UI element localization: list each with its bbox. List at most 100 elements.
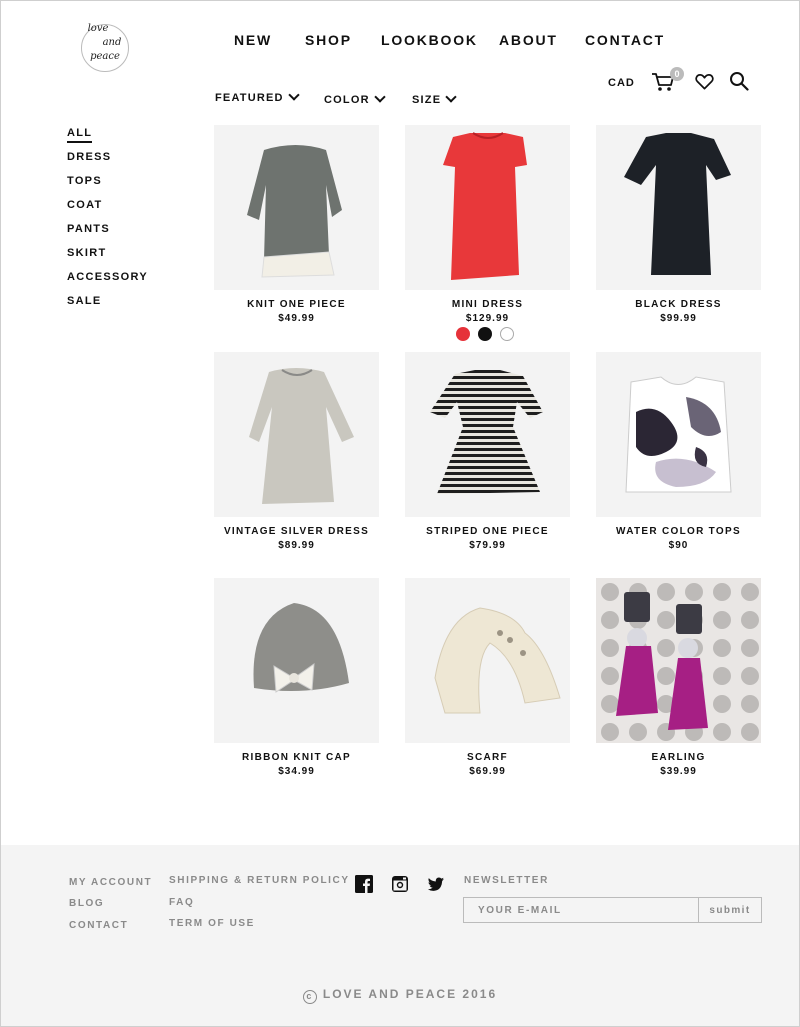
- cart-count-badge: 0: [670, 67, 684, 81]
- filter-featured-label: FEATURED: [215, 92, 284, 104]
- product-name[interactable]: MINI DRESS: [405, 299, 570, 310]
- product-name[interactable]: WATER COLOR TOPS: [596, 526, 761, 537]
- product-price: $90: [668, 540, 689, 551]
- category-skirt[interactable]: SKIRT: [67, 246, 148, 270]
- twitter-icon[interactable]: [427, 875, 445, 893]
- footer-link-faq[interactable]: FAQ: [169, 897, 194, 908]
- category-all[interactable]: ALL: [67, 126, 148, 150]
- newsletter-email-input[interactable]: [463, 897, 699, 923]
- product-price: $89.99: [278, 540, 315, 551]
- chevron-down-icon: [288, 89, 300, 101]
- nav-item-lookbook[interactable]: LOOKBOOK: [381, 32, 478, 48]
- filter-color[interactable]: COLOR: [324, 91, 386, 106]
- footer: MY ACCOUNT BLOG CONTACT SHIPPING & RETUR…: [1, 845, 799, 1026]
- product-card-mini-dress[interactable]: MINI DRESS $129.99: [405, 125, 570, 324]
- category-sidebar: ALL DRESS TOPS COAT PANTS SKIRT ACCESSOR…: [67, 126, 148, 318]
- product-card-black-dress[interactable]: BLACK DRESS $99.99: [596, 125, 761, 324]
- copyright-icon: c: [302, 990, 317, 1004]
- footer-link-contact[interactable]: CONTACT: [69, 920, 128, 931]
- category-label: SALE: [67, 295, 102, 307]
- product-card-knit-one-piece[interactable]: KNIT ONE PIECE $49.99: [214, 125, 379, 324]
- product-image[interactable]: [214, 125, 379, 290]
- copyright-text: LOVE AND PEACE 2016: [322, 987, 498, 1001]
- swatch-black[interactable]: [478, 327, 492, 341]
- heart-icon[interactable]: [695, 73, 714, 91]
- scarf-image: [434, 607, 561, 714]
- product-name[interactable]: BLACK DRESS: [596, 299, 761, 310]
- copyright: c LOVE AND PEACE 2016: [1, 987, 799, 1004]
- nav-item-new[interactable]: NEW: [234, 32, 272, 48]
- newsletter-submit-button[interactable]: submit: [698, 897, 762, 923]
- product-card-striped-one-piece[interactable]: STRIPED ONE PIECE $79.99: [405, 352, 570, 551]
- facebook-icon[interactable]: [355, 875, 373, 893]
- category-label: TOPS: [67, 175, 102, 187]
- knit-dress-image: [247, 145, 342, 278]
- category-coat[interactable]: COAT: [67, 198, 148, 222]
- watercolor-top-image: [625, 376, 732, 493]
- product-card-earling[interactable]: EARLING $39.99: [596, 578, 761, 777]
- product-image[interactable]: [596, 578, 761, 743]
- product-card-ribbon-knit-cap[interactable]: RIBBON KNIT CAP $34.99: [214, 578, 379, 777]
- color-swatches: [456, 327, 516, 341]
- category-label: PANTS: [67, 223, 110, 235]
- product-name[interactable]: STRIPED ONE PIECE: [405, 526, 570, 537]
- nav-item-about[interactable]: ABOUT: [499, 32, 558, 48]
- category-label: COAT: [67, 199, 103, 211]
- swatch-red[interactable]: [456, 327, 470, 341]
- product-name[interactable]: EARLING: [596, 752, 761, 763]
- product-name[interactable]: VINTAGE SILVER DRESS: [214, 526, 379, 537]
- black-dress-image: [624, 133, 731, 275]
- product-price: $69.99: [469, 766, 506, 777]
- earring-image: [596, 578, 761, 743]
- knit-cap-image: [253, 603, 349, 693]
- product-image[interactable]: [596, 125, 761, 290]
- search-icon[interactable]: [729, 71, 749, 91]
- product-price: $129.99: [465, 313, 510, 324]
- product-price: $49.99: [278, 313, 315, 324]
- category-label: ALL: [67, 127, 93, 143]
- product-card-water-color-tops[interactable]: WATER COLOR TOPS $90: [596, 352, 761, 551]
- product-image[interactable]: [214, 578, 379, 743]
- filter-size-label: SIZE: [412, 94, 442, 106]
- product-price: $34.99: [278, 766, 315, 777]
- product-image[interactable]: [214, 352, 379, 517]
- chevron-down-icon: [374, 91, 386, 103]
- category-pants[interactable]: PANTS: [67, 222, 148, 246]
- product-price: $39.99: [660, 766, 697, 777]
- logo-word-peace: peace: [90, 51, 120, 62]
- striped-dress-image: [430, 370, 543, 494]
- product-name[interactable]: KNIT ONE PIECE: [214, 299, 379, 310]
- product-card-vintage-silver-dress[interactable]: VINTAGE SILVER DRESS $89.99: [214, 352, 379, 551]
- footer-link-blog[interactable]: BLOG: [69, 898, 104, 909]
- category-accessory[interactable]: ACCESSORY: [67, 270, 148, 294]
- product-name[interactable]: SCARF: [405, 752, 570, 763]
- product-image[interactable]: [405, 125, 570, 290]
- filter-color-label: COLOR: [324, 94, 370, 106]
- footer-link-terms[interactable]: TERM OF USE: [169, 918, 255, 929]
- category-sale[interactable]: SALE: [67, 294, 148, 318]
- footer-link-shipping[interactable]: SHIPPING & RETURN POLICY: [169, 875, 350, 886]
- product-image[interactable]: [596, 352, 761, 517]
- category-tops[interactable]: TOPS: [67, 174, 148, 198]
- instagram-icon[interactable]: [391, 875, 409, 893]
- category-label: ACCESSORY: [67, 271, 148, 283]
- filter-size[interactable]: SIZE: [412, 91, 457, 106]
- red-dress-image: [443, 132, 527, 280]
- chevron-down-icon: [445, 91, 457, 103]
- category-label: SKIRT: [67, 247, 107, 259]
- category-dress[interactable]: DRESS: [67, 150, 148, 174]
- footer-link-my-account[interactable]: MY ACCOUNT: [69, 877, 152, 888]
- newsletter-label: NEWSLETTER: [464, 875, 549, 886]
- product-name[interactable]: RIBBON KNIT CAP: [214, 752, 379, 763]
- swatch-white[interactable]: [500, 327, 514, 341]
- filter-featured[interactable]: FEATURED: [215, 89, 300, 104]
- product-image[interactable]: [405, 352, 570, 517]
- product-card-scarf[interactable]: SCARF $69.99: [405, 578, 570, 777]
- silver-dress-image: [249, 368, 354, 504]
- nav-item-contact[interactable]: CONTACT: [585, 32, 665, 48]
- product-price: $99.99: [660, 313, 697, 324]
- main-nav: NEW SHOP LOOKBOOK ABOUT CONTACT: [0, 32, 800, 50]
- currency-selector[interactable]: CAD: [608, 77, 635, 89]
- product-image[interactable]: [405, 578, 570, 743]
- nav-item-shop[interactable]: SHOP: [305, 32, 352, 48]
